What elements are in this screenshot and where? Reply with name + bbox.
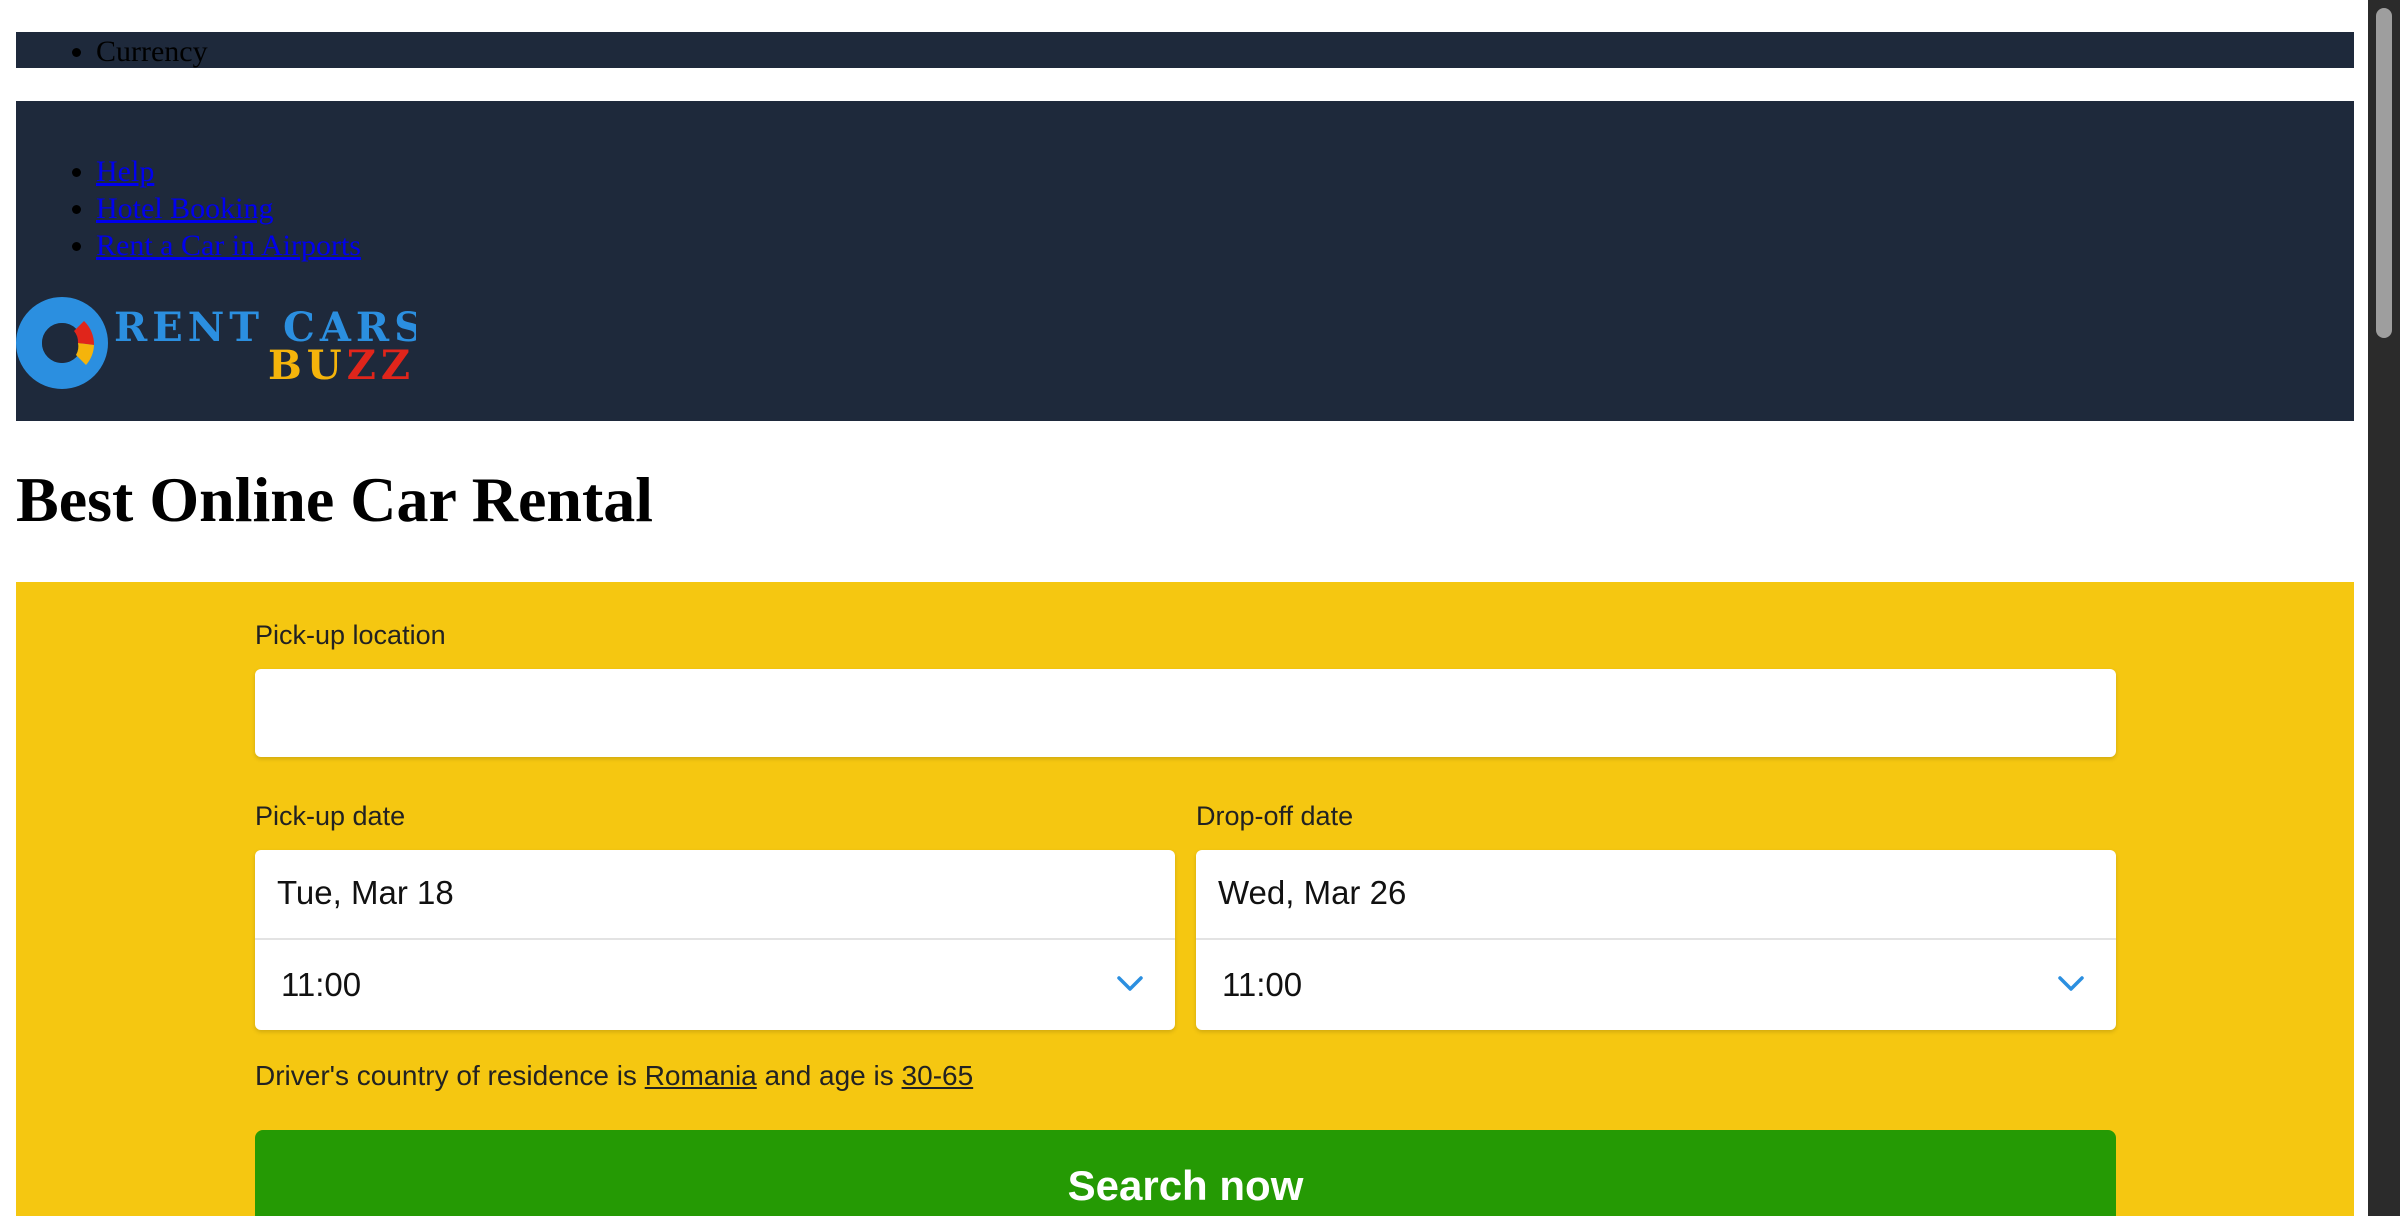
chevron-down-icon <box>1117 976 1143 991</box>
pickup-location-label: Pick-up location <box>255 620 446 650</box>
chevron-down-icon <box>2058 976 2084 991</box>
search-now-button[interactable]: Search now <box>255 1130 2116 1216</box>
site-header: Help Hotel Booking Rent a Car in Airport… <box>16 101 2354 421</box>
nav-item-help: Help <box>96 153 361 190</box>
pickup-time-select[interactable]: 11:00 <box>255 940 1175 1028</box>
residence-country-link[interactable]: Romania <box>645 1060 757 1091</box>
scrollbar-thumb[interactable] <box>2376 8 2392 338</box>
search-now-label: Search now <box>1067 1162 1304 1209</box>
pickup-time-value: 11:00 <box>281 966 362 1003</box>
dropoff-time-value: 11:00 <box>1222 966 1303 1003</box>
dropoff-date-label: Drop-off date <box>1196 801 1354 831</box>
currency-list: Currency <box>16 32 2354 68</box>
pickup-location-input[interactable] <box>255 669 2116 757</box>
nav-link-help[interactable]: Help <box>96 155 154 188</box>
pickup-date-value: Tue, Mar 18 <box>277 874 454 911</box>
residence-prefix: Driver's country of residence is <box>255 1060 645 1091</box>
currency-bar: Currency <box>16 32 2354 68</box>
nav-link-rent-car-airports[interactable]: Rent a Car in Airports <box>96 229 361 262</box>
logo-text-bu: BU <box>268 342 347 389</box>
pickup-location-field <box>255 669 2116 757</box>
nav-item-hotel-booking: Hotel Booking <box>96 190 361 227</box>
nav-item-rent-car-airports: Rent a Car in Airports <box>96 227 361 264</box>
pickup-date-picker[interactable]: Tue, Mar 18 <box>255 850 1175 940</box>
scrollbar[interactable] <box>2368 0 2400 1216</box>
page: Currency Help Hotel Booking Rent a Car i… <box>0 0 2368 1216</box>
svg-text:BUZZ: BUZZ <box>268 342 415 389</box>
site-logo[interactable]: RENT CARS BUZZ <box>16 297 416 393</box>
pickup-datetime-field: Tue, Mar 18 11:00 <box>255 850 1175 1030</box>
residence-middle: and age is <box>756 1060 902 1091</box>
dropoff-time-select[interactable]: 11:00 <box>1196 940 2116 1028</box>
logo-text-zz: ZZ <box>347 342 415 389</box>
dropoff-date-picker[interactable]: Wed, Mar 26 <box>1196 850 2116 940</box>
nav-link-hotel-booking[interactable]: Hotel Booking <box>96 192 274 225</box>
nav-list: Help Hotel Booking Rent a Car in Airport… <box>16 153 361 264</box>
dropoff-datetime-field: Wed, Mar 26 11:00 <box>1196 850 2116 1030</box>
currency-item[interactable]: Currency <box>96 34 2354 70</box>
logo-mark: RENT CARS BUZZ <box>16 297 416 389</box>
driver-age-link[interactable]: 30-65 <box>902 1060 974 1091</box>
dropoff-date-value: Wed, Mar 26 <box>1218 874 1407 911</box>
driver-residence-line: Driver's country of residence is Romania… <box>255 1060 973 1092</box>
page-title: Best Online Car Rental <box>16 464 654 535</box>
search-panel: Pick-up location Pick-up date Tue, Mar 1… <box>16 582 2354 1216</box>
pickup-date-label: Pick-up date <box>255 801 406 831</box>
